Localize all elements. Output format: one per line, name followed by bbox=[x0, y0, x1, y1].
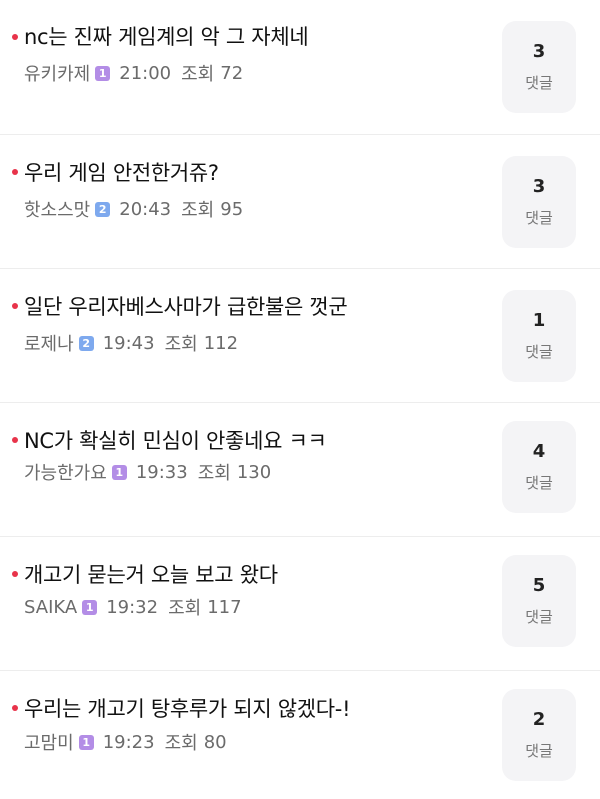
comment-count-button[interactable]: 3 댓글 bbox=[502, 21, 576, 113]
comment-count-button[interactable]: 3 댓글 bbox=[502, 156, 576, 248]
views-label: 조회 bbox=[181, 200, 215, 221]
views-count: 130 bbox=[236, 461, 272, 483]
post-title[interactable]: 일단 우리자베스사마가 급한불은 껏군 bbox=[24, 291, 348, 321]
author-name[interactable]: 로제나 bbox=[24, 330, 74, 356]
post-list: nc는 진짜 게임계의 악 그 자체네 유키카제 1 21:00 조회 72 3… bbox=[0, 0, 600, 799]
post-time: 19:33 bbox=[135, 461, 188, 483]
post-meta: 로제나 2 19:43 조회 112 bbox=[24, 330, 238, 356]
bullet-icon bbox=[12, 571, 18, 577]
views-label: 조회 bbox=[164, 733, 198, 754]
comment-label: 댓글 bbox=[525, 343, 553, 361]
comment-count: 3 bbox=[532, 41, 546, 62]
level-badge-icon: 1 bbox=[82, 599, 98, 615]
views-count: 117 bbox=[207, 596, 242, 618]
level-badge-icon: 2 bbox=[95, 201, 111, 217]
post-title[interactable]: 개고기 묻는거 오늘 보고 왔다 bbox=[24, 559, 278, 589]
author-name[interactable]: 고맘미 bbox=[24, 729, 74, 755]
comment-label: 댓글 bbox=[525, 474, 553, 492]
author-name[interactable]: 핫소스맛 bbox=[24, 196, 90, 222]
post-time: 19:32 bbox=[106, 596, 159, 618]
bullet-icon bbox=[12, 437, 18, 443]
post-title[interactable]: NC가 확실히 민심이 안좋네요 ㅋㅋ bbox=[24, 425, 327, 455]
views-label: 조회 bbox=[197, 463, 231, 484]
comment-label: 댓글 bbox=[525, 608, 553, 626]
post-item[interactable]: 개고기 묻는거 오늘 보고 왔다 SAIKA 1 19:32 조회 117 5 … bbox=[0, 536, 600, 670]
comment-count: 3 bbox=[532, 176, 546, 197]
post-time: 19:43 bbox=[102, 332, 155, 354]
post-title[interactable]: 우리 게임 안전한거쥬? bbox=[24, 157, 219, 187]
level-badge-icon: 1 bbox=[95, 65, 111, 81]
post-title[interactable]: nc는 진짜 게임계의 악 그 자체네 bbox=[24, 21, 309, 51]
post-item[interactable]: 일단 우리자베스사마가 급한불은 껏군 로제나 2 19:43 조회 112 1… bbox=[0, 268, 600, 402]
views-label: 조회 bbox=[164, 334, 198, 355]
level-badge-icon: 1 bbox=[78, 734, 94, 750]
post-meta: 핫소스맛 2 20:43 조회 95 bbox=[24, 196, 243, 222]
post-time: 19:23 bbox=[102, 731, 155, 753]
post-item[interactable]: 우리 게임 안전한거쥬? 핫소스맛 2 20:43 조회 95 3 댓글 bbox=[0, 134, 600, 268]
level-badge-icon: 1 bbox=[111, 464, 127, 480]
comment-count: 2 bbox=[532, 709, 546, 730]
views-count: 112 bbox=[203, 332, 239, 354]
views-count: 80 bbox=[203, 731, 227, 753]
comment-count-button[interactable]: 4 댓글 bbox=[502, 421, 576, 513]
author-name[interactable]: SAIKA bbox=[24, 597, 77, 618]
comment-label: 댓글 bbox=[525, 209, 553, 227]
comment-count: 1 bbox=[532, 310, 546, 331]
post-meta: 고맘미 1 19:23 조회 80 bbox=[24, 729, 227, 755]
comment-count-button[interactable]: 5 댓글 bbox=[502, 555, 576, 647]
views-label: 조회 bbox=[168, 598, 202, 619]
comment-count-button[interactable]: 1 댓글 bbox=[502, 290, 576, 382]
views-count: 95 bbox=[220, 198, 244, 220]
post-meta: 가능한가요 1 19:33 조회 130 bbox=[24, 459, 271, 485]
bullet-icon bbox=[12, 169, 18, 175]
comment-label: 댓글 bbox=[525, 742, 553, 760]
post-meta: 유키카제 1 21:00 조회 72 bbox=[24, 60, 243, 86]
author-name[interactable]: 가능한가요 bbox=[24, 459, 107, 485]
post-title[interactable]: 우리는 개고기 탕후루가 되지 않겠다-! bbox=[24, 693, 351, 723]
bullet-icon bbox=[12, 34, 18, 40]
comment-count: 4 bbox=[532, 441, 546, 462]
post-meta: SAIKA 1 19:32 조회 117 bbox=[24, 594, 242, 620]
comment-count-button[interactable]: 2 댓글 bbox=[502, 689, 576, 781]
comment-label: 댓글 bbox=[525, 74, 553, 92]
post-item[interactable]: nc는 진짜 게임계의 악 그 자체네 유키카제 1 21:00 조회 72 3… bbox=[0, 0, 600, 134]
level-badge-icon: 2 bbox=[78, 335, 94, 351]
views-count: 72 bbox=[220, 62, 244, 84]
bullet-icon bbox=[12, 705, 18, 711]
post-time: 21:00 bbox=[119, 62, 172, 84]
post-item[interactable]: NC가 확실히 민심이 안좋네요 ㅋㅋ 가능한가요 1 19:33 조회 130… bbox=[0, 402, 600, 536]
author-name[interactable]: 유키카제 bbox=[24, 60, 90, 86]
views-label: 조회 bbox=[181, 64, 215, 85]
bullet-icon bbox=[12, 303, 18, 309]
post-time: 20:43 bbox=[119, 198, 172, 220]
comment-count: 5 bbox=[532, 575, 546, 596]
post-item[interactable]: 우리는 개고기 탕후루가 되지 않겠다-! 고맘미 1 19:23 조회 80 … bbox=[0, 670, 600, 799]
